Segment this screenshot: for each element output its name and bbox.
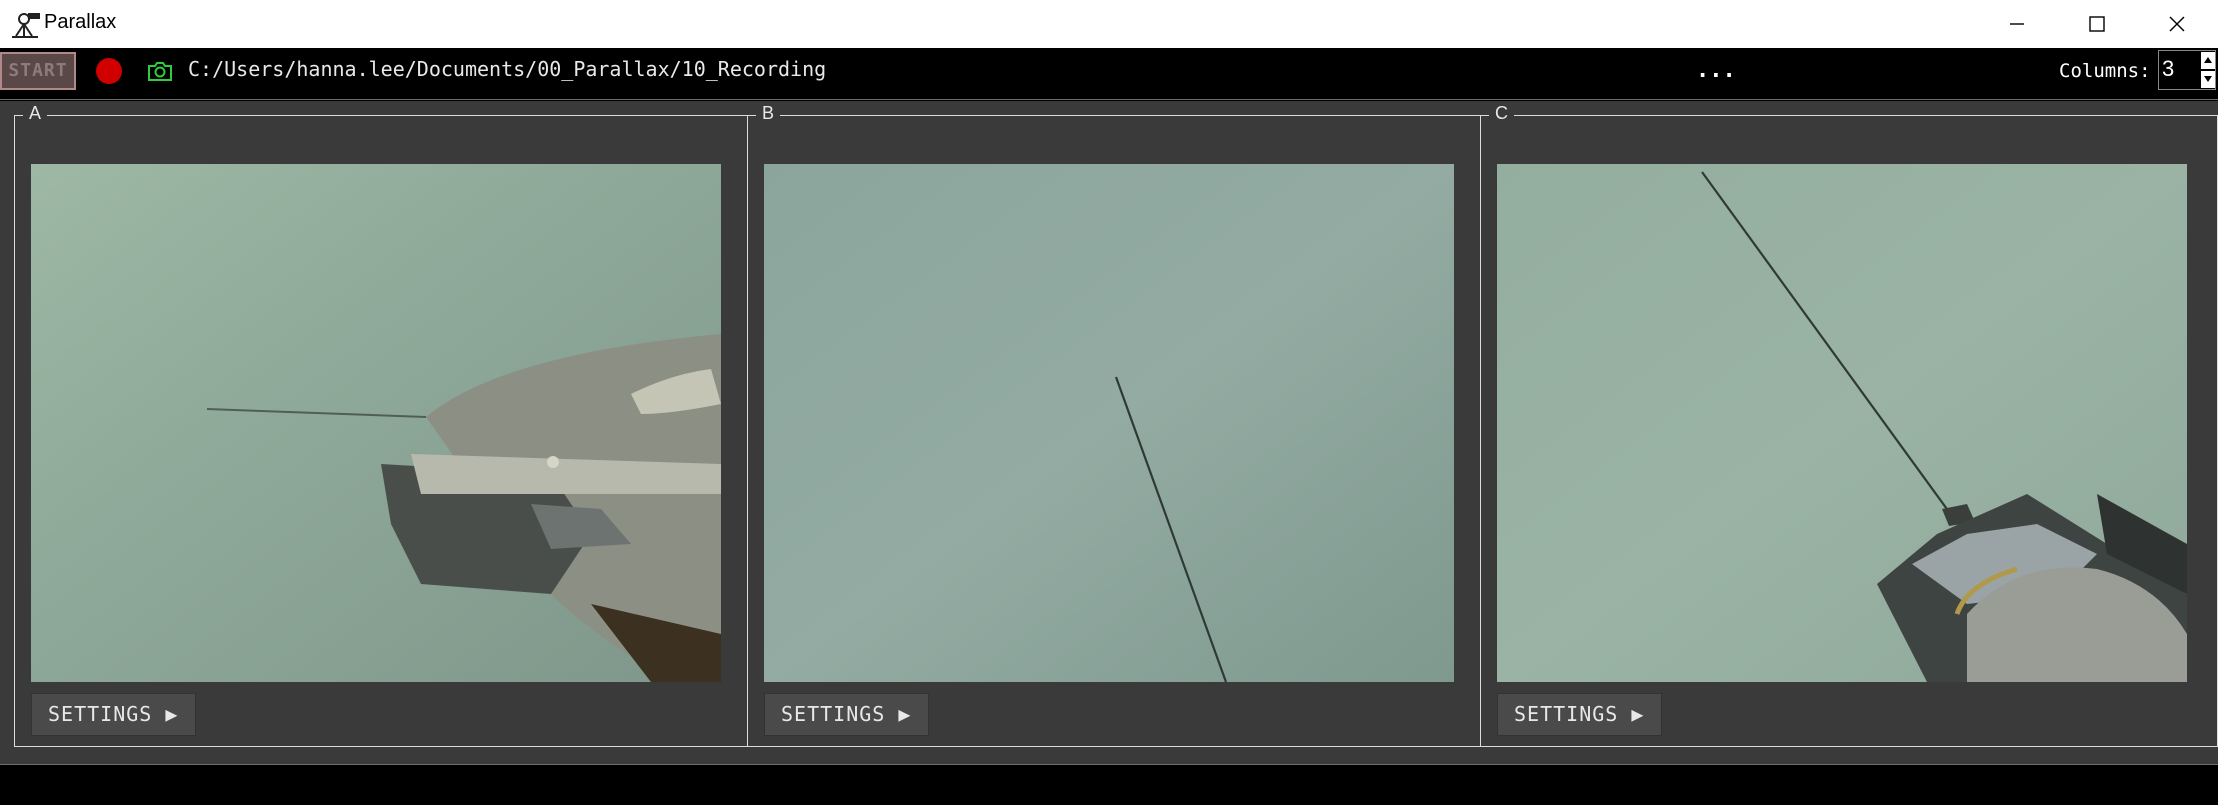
columns-value[interactable]: 3 (2162, 56, 2174, 82)
record-icon[interactable] (96, 58, 122, 84)
camera-image-c (1497, 164, 2187, 682)
status-bar (0, 765, 2218, 805)
maximize-icon (2089, 16, 2105, 32)
columns-increment-button[interactable] (2201, 52, 2215, 69)
camera-panel-a: A SETTINGS ▶ (14, 103, 752, 747)
close-icon (2169, 16, 2185, 32)
camera-snapshot-icon[interactable] (146, 57, 174, 85)
more-options-button[interactable]: ... (1696, 58, 1736, 83)
recording-path[interactable]: C:/Users/hanna.lee/Documents/00_Parallax… (188, 57, 826, 81)
camera-view-c[interactable] (1497, 164, 2187, 682)
settings-button-a[interactable]: SETTINGS ▶ (31, 693, 196, 736)
minimize-icon (2010, 23, 2024, 25)
close-button[interactable] (2137, 0, 2217, 48)
camera-view-a[interactable] (31, 164, 721, 682)
camera-image-a (31, 164, 721, 682)
toolbar: START C:/Users/hanna.lee/Documents/00_Pa… (0, 48, 2218, 100)
window-title-bar: Parallax (0, 0, 2218, 48)
columns-decrement-button[interactable] (2201, 71, 2215, 88)
panel-label: A (23, 103, 48, 124)
columns-label: Columns: (2059, 60, 2151, 82)
window-title: Parallax (44, 11, 117, 33)
camera-panel-b: B SETTINGS ▶ (747, 103, 1485, 747)
maximize-button[interactable] (2057, 0, 2137, 48)
start-button[interactable]: START (0, 52, 76, 90)
camera-view-b[interactable] (764, 164, 1454, 682)
camera-image-b (764, 164, 1454, 682)
settings-button-b[interactable]: SETTINGS ▶ (764, 693, 929, 736)
minimize-button[interactable] (1977, 0, 2057, 48)
panel-label: B (756, 103, 781, 124)
panel-label: C (1489, 103, 1514, 124)
settings-button-c[interactable]: SETTINGS ▶ (1497, 693, 1662, 736)
toolbar-divider (0, 99, 2218, 100)
parallax-logo-icon (12, 13, 40, 38)
camera-panel-c: C SETTINGS ▶ (1480, 103, 2218, 747)
